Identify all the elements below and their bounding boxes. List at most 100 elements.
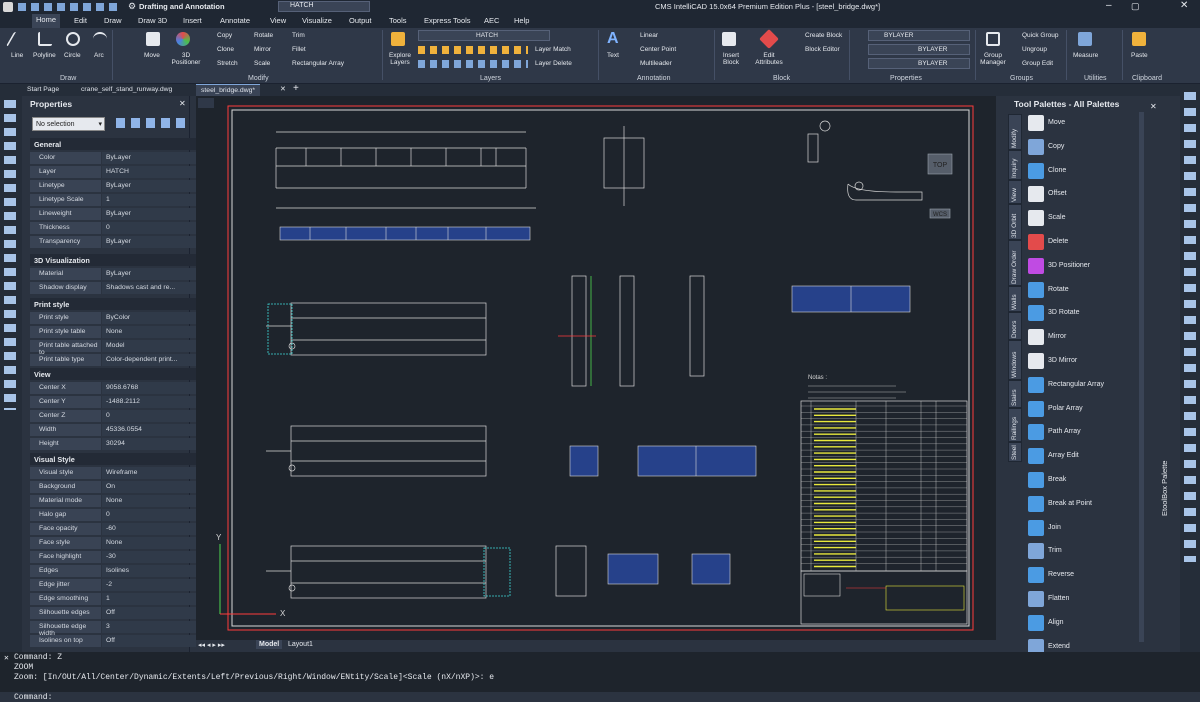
ungroup-button[interactable]: Ungroup (1022, 46, 1047, 53)
layer-state-icons-2[interactable] (418, 60, 528, 68)
property-value[interactable]: 1 (102, 593, 208, 605)
properties-toolbar-icons[interactable] (116, 118, 186, 128)
menu-edit[interactable]: Edit (74, 16, 87, 25)
move-icon[interactable] (146, 32, 160, 46)
palette-item-3d-mirror[interactable]: 3D Mirror (1028, 351, 1138, 371)
property-row[interactable]: Face opacity -60 (30, 523, 208, 535)
rect-array-button[interactable]: Rectangular Array (292, 60, 344, 67)
property-row[interactable]: Linetype Scale 1 (30, 194, 208, 206)
positioner-button[interactable]: 3D Positioner (168, 52, 204, 66)
palette-scrollbar[interactable] (1139, 112, 1144, 642)
palette-tab-draw-order[interactable]: Draw Order (1008, 240, 1022, 286)
property-value[interactable]: None (102, 495, 208, 507)
layer-state-icons[interactable] (418, 46, 528, 54)
workspace-selector[interactable]: Drafting and Annotation (139, 2, 225, 11)
palette-item-polar-array[interactable]: Polar Array (1028, 399, 1138, 419)
menu-help[interactable]: Help (514, 16, 529, 25)
property-value[interactable]: Wireframe (102, 467, 208, 479)
measure-button[interactable]: Measure (1073, 52, 1098, 59)
paste-icon[interactable] (1132, 32, 1146, 46)
property-row[interactable]: Linetype ByLayer (30, 180, 208, 192)
property-value[interactable]: 0 (102, 410, 208, 422)
create-block-button[interactable]: Create Block (805, 32, 842, 39)
minimize-button[interactable]: – (1106, 0, 1112, 11)
line-icon[interactable] (5, 32, 29, 46)
property-row[interactable]: Edges Isolines (30, 565, 208, 577)
palette-item-flatten[interactable]: Flatten (1028, 589, 1138, 609)
copy-button[interactable]: Copy (217, 32, 232, 39)
menu-aec[interactable]: AEC (484, 16, 499, 25)
insert-block-icon[interactable] (722, 32, 736, 46)
menu-home[interactable]: Home (32, 14, 61, 28)
clone-button[interactable]: Clone (217, 46, 234, 53)
palette-item-join[interactable]: Join (1028, 518, 1138, 538)
palette-tab-doors[interactable]: Doors (1008, 312, 1022, 340)
property-value[interactable]: ByLayer (102, 180, 208, 192)
property-row[interactable]: Background On (30, 481, 208, 493)
palette-item-3d-positioner[interactable]: 3D Positioner (1028, 256, 1138, 276)
palette-item-reverse[interactable]: Reverse (1028, 565, 1138, 585)
section-general[interactable]: General (30, 138, 208, 150)
explore-layers-button[interactable]: Explore Layers (386, 52, 414, 66)
palette-tab-inquiry[interactable]: Inquiry (1008, 150, 1022, 180)
tab-layout1[interactable]: Layout1 (288, 641, 313, 648)
block-editor-button[interactable]: Block Editor (805, 46, 840, 53)
menu-draw[interactable]: Draw (104, 16, 122, 25)
property-value[interactable]: 9058.6768 (102, 382, 208, 394)
property-value[interactable]: 0 (102, 222, 208, 234)
positioner-icon[interactable] (176, 32, 190, 46)
palette-tab-windows[interactable]: Windows (1008, 340, 1022, 380)
mirror-button[interactable]: Mirror (254, 46, 271, 53)
section-view[interactable]: View (30, 368, 208, 380)
arc-icon[interactable] (93, 32, 107, 46)
circle-icon[interactable] (66, 32, 80, 46)
right-tool-icons[interactable] (1184, 92, 1196, 562)
menu-view[interactable]: View (270, 16, 286, 25)
palette-tab-stairs[interactable]: Stairs (1008, 380, 1022, 408)
property-row[interactable]: Print table attached to Model (30, 340, 208, 356)
menu-tools[interactable]: Tools (389, 16, 407, 25)
property-value[interactable]: ByColor (102, 312, 208, 324)
palette-item-scale[interactable]: Scale (1028, 208, 1138, 228)
command-input[interactable]: Command: (0, 692, 1200, 702)
menu-express-tools[interactable]: Express Tools (424, 16, 471, 25)
close-window-button[interactable]: ✕ (1180, 0, 1188, 11)
group-manager-icon[interactable] (986, 32, 1000, 46)
quick-access-icons[interactable] (18, 3, 122, 11)
palette-tab-modify[interactable]: Modify (1008, 114, 1022, 150)
move-button[interactable]: Move (144, 52, 160, 59)
palette-item-align[interactable]: Align (1028, 613, 1138, 633)
paste-button[interactable]: Paste (1131, 52, 1148, 59)
property-value[interactable]: ByLayer (102, 268, 208, 280)
center-point-button[interactable]: Center Point (640, 46, 676, 53)
linear-button[interactable]: Linear (640, 32, 658, 39)
tab-steel-bridge[interactable]: steel_bridge.dwg* (196, 84, 261, 96)
palette-item-offset[interactable]: Offset (1028, 184, 1138, 204)
palette-tab-steel[interactable]: Steel (1008, 442, 1022, 462)
palette-item-rectangular-array[interactable]: Rectangular Array (1028, 375, 1138, 395)
selection-dropdown[interactable]: No selection ▾ (32, 117, 105, 131)
property-row[interactable]: Silhouette edges Off (30, 607, 208, 619)
group-manager-button[interactable]: Group Manager (978, 52, 1008, 66)
property-row[interactable]: Transparency ByLayer (30, 236, 208, 248)
property-value[interactable]: 0 (102, 509, 208, 521)
property-row[interactable]: Visual style Wireframe (30, 467, 208, 479)
palette-item-delete[interactable]: Delete (1028, 232, 1138, 252)
polyline-button[interactable]: Polyline (33, 52, 56, 59)
palette-tab-view[interactable]: View (1008, 180, 1022, 204)
property-row[interactable]: Print style table None (30, 326, 208, 338)
palette-item-path-array[interactable]: Path Array (1028, 422, 1138, 442)
section-visual[interactable]: Visual Style (30, 453, 208, 465)
line-button[interactable]: Line (11, 52, 23, 59)
text-button[interactable]: Text (607, 52, 619, 59)
property-value[interactable]: 3 (102, 621, 208, 633)
multileader-button[interactable]: Multileader (640, 60, 672, 67)
property-row[interactable]: Material ByLayer (30, 268, 208, 280)
section-print[interactable]: Print style (30, 298, 208, 310)
palette-item-break-at-point[interactable]: Break at Point (1028, 494, 1138, 514)
text-icon[interactable]: A (607, 30, 619, 47)
tab-model[interactable]: Model (256, 640, 283, 649)
palette-tab-walls[interactable]: Walls (1008, 286, 1022, 312)
edit-attributes-icon[interactable] (759, 29, 779, 49)
layer-match-button[interactable]: Layer Match (535, 46, 571, 53)
